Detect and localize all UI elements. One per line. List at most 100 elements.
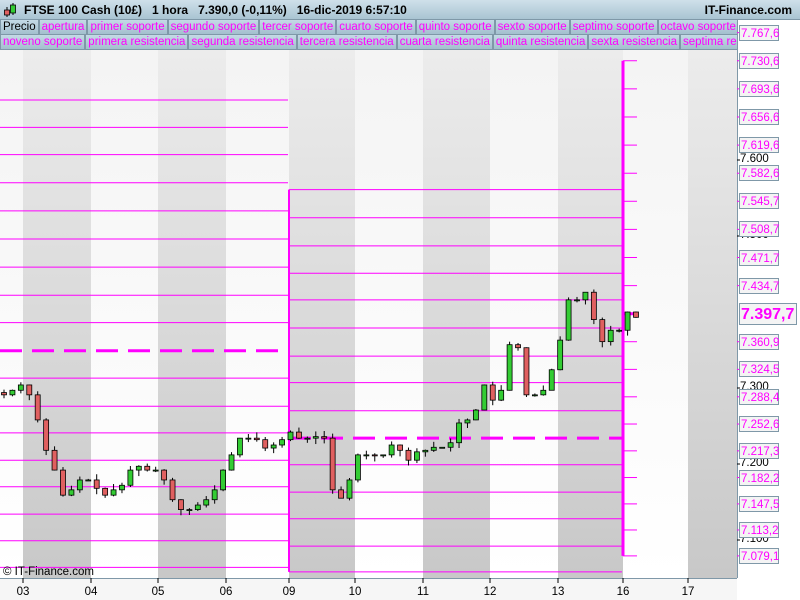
legend-item[interactable]: apertura xyxy=(38,20,88,35)
resistance-level-label: 7.730,6 xyxy=(739,52,779,69)
candle-body xyxy=(388,444,395,456)
x-tick-label: 09 xyxy=(282,586,296,598)
support-level-label: 7.079,1 xyxy=(739,547,779,564)
legend-item[interactable]: primer soporte xyxy=(87,20,168,35)
resistance-level-label: 7.434,7 xyxy=(739,277,779,294)
candle-body xyxy=(540,389,547,396)
candle-body xyxy=(397,444,403,451)
candle-body xyxy=(26,384,33,396)
legend-item[interactable]: sexto soporte xyxy=(494,20,570,35)
legend-item[interactable]: tercer soporte xyxy=(259,20,337,35)
candle-body xyxy=(169,479,176,501)
support-level-label: 7.324,5 xyxy=(739,361,779,378)
candle-body xyxy=(102,487,109,496)
candle-body xyxy=(414,451,420,461)
brand-label: IT-Finance.com xyxy=(704,3,792,17)
candle-body xyxy=(43,419,50,451)
legend-item[interactable]: segundo soporte xyxy=(167,20,260,35)
legend-item[interactable]: septimo soporte xyxy=(569,20,658,35)
candle-body xyxy=(270,444,277,449)
candle-body xyxy=(253,437,260,441)
x-tick-label: 03 xyxy=(16,586,30,598)
x-tick-label: 06 xyxy=(219,586,233,598)
candle-body xyxy=(211,489,218,501)
x-tick-label: 16 xyxy=(616,586,630,598)
x-tick-label: 17 xyxy=(681,586,695,598)
legend-item[interactable]: segunda resistencia xyxy=(188,35,297,50)
candle-body xyxy=(321,436,328,439)
candle-body xyxy=(464,419,471,424)
resistance-level-label: 7.693,6 xyxy=(739,80,779,97)
legend-item[interactable]: tercera resistencia xyxy=(296,35,397,50)
candle-body xyxy=(85,479,92,482)
legend-item[interactable]: quinto soporte xyxy=(415,20,495,35)
candle-body xyxy=(338,489,344,499)
candle-body xyxy=(439,446,446,449)
candle-body xyxy=(523,347,530,396)
candle-body xyxy=(346,479,353,499)
candle-body xyxy=(93,479,100,489)
x-tick-label: 12 xyxy=(483,586,497,598)
legend-item[interactable]: Precio xyxy=(0,20,39,35)
candle-body xyxy=(565,299,572,341)
candle-body xyxy=(194,504,201,511)
candle-body xyxy=(135,465,142,471)
candle-body xyxy=(557,339,564,371)
candle-body xyxy=(68,489,75,496)
candle-body xyxy=(245,437,252,440)
legend-row-1: Precio apertura primer soporte segundo sopo… xyxy=(0,20,737,35)
resistance-level-label: 7.508,7 xyxy=(739,221,779,238)
resistance-level-label: 7.471,7 xyxy=(739,249,779,266)
candle-body xyxy=(178,499,184,511)
x-tick-label: 04 xyxy=(84,586,98,598)
resistance-level-label: 7.767,6 xyxy=(739,24,779,41)
candle-body xyxy=(380,454,387,457)
legend-item[interactable]: noveno soporte xyxy=(0,35,86,50)
support-level-label: 7.360,9 xyxy=(739,333,779,350)
support-level-label: 7.217,3 xyxy=(739,442,779,459)
candle-body xyxy=(371,454,378,457)
candle-body xyxy=(152,469,159,472)
time-axis-border xyxy=(0,578,737,579)
legend-item[interactable]: cuarta resistencia xyxy=(396,35,493,50)
x-tick-label: 05 xyxy=(151,586,165,598)
candle-body xyxy=(355,454,361,481)
day-band xyxy=(688,50,737,578)
candle-body xyxy=(34,394,41,421)
legend-item[interactable]: octavo soporte xyxy=(657,20,737,35)
candle-body xyxy=(633,311,639,318)
candle-body xyxy=(582,291,589,301)
candle-body xyxy=(1,392,7,396)
candle-body xyxy=(76,479,83,491)
legend-item[interactable]: sexta resistencia xyxy=(588,35,680,50)
candle-body xyxy=(481,384,488,411)
price-chart xyxy=(0,20,740,600)
candle-body xyxy=(624,311,631,331)
candle-body xyxy=(203,499,210,506)
day-band xyxy=(289,50,355,578)
candle-body xyxy=(616,329,623,332)
title-bar: FTSE 100 Cash (10£) 1 hora 7.390,0 (-0,1… xyxy=(0,0,800,20)
legend-row-2: noveno soporte primera resistencia segunda… xyxy=(0,35,737,50)
candle-body xyxy=(312,436,319,439)
legend-item[interactable]: primera resistencia xyxy=(85,35,189,50)
support-level-label: 7.288,4 xyxy=(739,388,779,405)
legend-item[interactable]: cuarto soporte xyxy=(336,20,416,35)
candlestick-logo-icon xyxy=(4,3,16,17)
candle-body xyxy=(590,291,597,320)
day-band xyxy=(423,50,490,578)
candle-body xyxy=(127,469,134,486)
candle-body xyxy=(363,454,370,457)
candle-body xyxy=(304,437,311,440)
legend-item[interactable]: quinta resistencia xyxy=(492,35,589,50)
candle-body xyxy=(161,469,168,481)
legend-item[interactable]: septima resistencia xyxy=(680,35,737,50)
y-tick-label: 7.600 xyxy=(740,153,769,165)
support-level-label: 7.113,2 xyxy=(739,521,779,538)
day-band xyxy=(23,50,91,578)
candle-body xyxy=(422,449,429,453)
resistance-level-label: 7.619,6 xyxy=(739,137,779,154)
candle-body xyxy=(60,469,66,496)
candle-body xyxy=(329,437,336,491)
candle-body xyxy=(548,369,555,391)
